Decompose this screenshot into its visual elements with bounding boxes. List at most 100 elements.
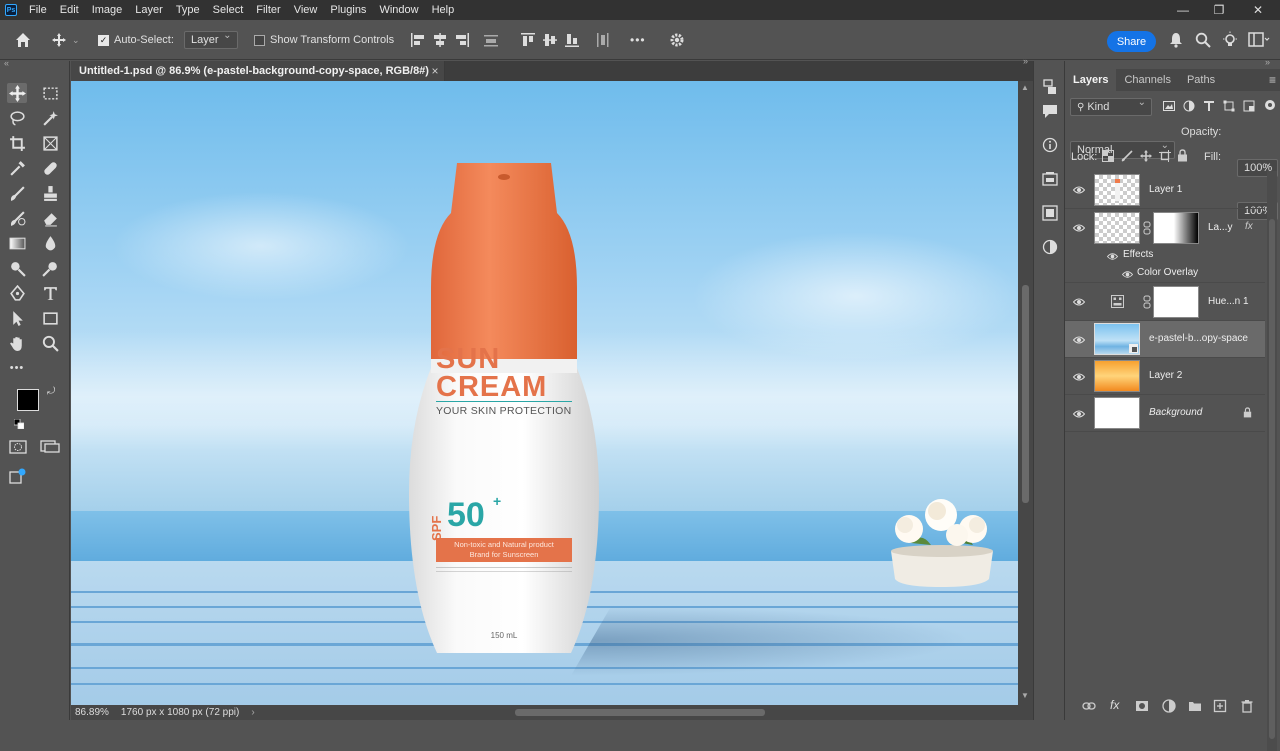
swap-colors-icon[interactable]: ⤾: [47, 386, 55, 397]
lock-transparency-icon[interactable]: [1102, 150, 1114, 162]
eye-icon[interactable]: [1122, 269, 1133, 280]
move-tool[interactable]: [7, 83, 27, 103]
align-vertical-center-icon[interactable]: [542, 32, 558, 48]
comments-panel-icon[interactable]: [1042, 103, 1058, 119]
document-info[interactable]: 1760 px x 1080 px (72 ppi): [121, 707, 239, 718]
menu-help[interactable]: Help: [432, 4, 455, 16]
close-document-button[interactable]: ×: [427, 61, 443, 81]
checkbox-unchecked-icon[interactable]: [254, 34, 265, 46]
layer-row[interactable]: Hue...n 1: [1065, 283, 1265, 321]
crop-tool[interactable]: [7, 133, 27, 153]
link-icon[interactable]: [1143, 221, 1151, 235]
menu-filter[interactable]: Filter: [256, 4, 280, 16]
lock-pixels-icon[interactable]: [1121, 150, 1133, 162]
layer-row[interactable]: La...y fx: [1065, 209, 1265, 247]
eyedropper-tool[interactable]: [7, 158, 27, 178]
layer-name[interactable]: Hue...n 1: [1208, 296, 1249, 307]
menu-type[interactable]: Type: [176, 4, 200, 16]
eye-icon[interactable]: [1073, 222, 1085, 234]
chevron-down-icon[interactable]: ⌄: [72, 35, 80, 46]
type-tool[interactable]: [40, 283, 60, 303]
filter-pixel-icon[interactable]: [1163, 100, 1175, 112]
menu-layer[interactable]: Layer: [135, 4, 163, 16]
distribute-icon[interactable]: [483, 32, 499, 48]
search-icon[interactable]: [1195, 32, 1211, 48]
gradient-tool[interactable]: [7, 233, 27, 253]
minimize-button[interactable]: —: [1165, 0, 1201, 20]
eye-icon[interactable]: [1073, 371, 1085, 383]
eye-icon[interactable]: [1073, 408, 1085, 420]
horizontal-scrollbar-thumb[interactable]: [515, 709, 765, 716]
generative-fill-icon[interactable]: [9, 467, 27, 485]
layer-name[interactable]: Layer 1: [1149, 184, 1182, 195]
layer-filter-dropdown[interactable]: ⚲ Kind: [1070, 97, 1152, 116]
share-button[interactable]: Share: [1107, 31, 1156, 52]
menu-window[interactable]: Window: [379, 4, 418, 16]
distribute-vertical-icon[interactable]: [594, 32, 610, 48]
eye-icon[interactable]: [1073, 334, 1085, 346]
quick-mask-icon[interactable]: [9, 439, 27, 455]
filter-shape-icon[interactable]: [1223, 100, 1235, 112]
magic-wand-tool[interactable]: [40, 108, 60, 128]
move-tool-preset-icon[interactable]: ⌄: [52, 20, 80, 60]
foreground-color-swatch[interactable]: [17, 389, 39, 411]
menu-image[interactable]: Image: [92, 4, 123, 16]
document-canvas[interactable]: SUN CREAM YOUR SKIN PROTECTION SPF 50 + …: [71, 81, 1018, 705]
history-brush-tool[interactable]: [7, 208, 27, 228]
new-layer-icon[interactable]: [1213, 699, 1227, 713]
effects-row[interactable]: Effects: [1065, 247, 1265, 265]
layers-scrollbar[interactable]: [1267, 171, 1277, 751]
tab-layers[interactable]: Layers: [1065, 69, 1117, 91]
eraser-tool[interactable]: [40, 208, 60, 228]
rectangle-tool[interactable]: [40, 308, 60, 328]
blur-tool[interactable]: [40, 233, 60, 253]
gear-icon[interactable]: [669, 20, 685, 60]
frame-tool[interactable]: [40, 133, 60, 153]
eye-icon[interactable]: [1073, 296, 1085, 308]
canvas-vertical-scrollbar[interactable]: ▲ ▼: [1018, 81, 1033, 705]
lock-artboard-icon[interactable]: [1159, 150, 1171, 162]
layer-lock-icon[interactable]: [1243, 407, 1252, 418]
collapse-arrows-icon[interactable]: «: [4, 58, 9, 68]
brush-tool[interactable]: [7, 183, 27, 203]
scroll-up-icon[interactable]: ▲: [1021, 83, 1029, 92]
layer-name[interactable]: Background: [1149, 407, 1202, 418]
menu-edit[interactable]: Edit: [60, 4, 79, 16]
bell-icon[interactable]: [1169, 32, 1183, 48]
eye-icon[interactable]: [1073, 184, 1085, 196]
scroll-down-icon[interactable]: ▼: [1021, 691, 1029, 700]
menu-plugins[interactable]: Plugins: [330, 4, 366, 16]
default-colors-icon[interactable]: [14, 419, 24, 429]
zoom-level[interactable]: 86.89%: [75, 707, 109, 718]
fx-badge[interactable]: fx: [1245, 221, 1253, 232]
filter-toggle-icon[interactable]: [1264, 99, 1276, 111]
menu-view[interactable]: View: [294, 4, 318, 16]
close-window-button[interactable]: ✕: [1240, 0, 1276, 20]
show-transform-controls-toggle[interactable]: Show Transform Controls: [254, 20, 394, 60]
layer-row[interactable]: Background: [1065, 395, 1265, 432]
filter-smart-object-icon[interactable]: [1243, 100, 1255, 112]
restore-button[interactable]: ❐: [1201, 0, 1237, 20]
link-icon[interactable]: [1143, 295, 1151, 309]
discover-lightbulb-icon[interactable]: [1221, 31, 1239, 49]
workspace-icon[interactable]: [1248, 32, 1270, 48]
lasso-tool[interactable]: [7, 108, 27, 128]
layer-name[interactable]: La...y: [1208, 222, 1232, 233]
auto-select-target-dropdown[interactable]: Layer: [184, 20, 238, 60]
more-options-button[interactable]: •••: [630, 20, 646, 60]
zoom-tool[interactable]: [40, 333, 60, 353]
menu-select[interactable]: Select: [213, 4, 244, 16]
auto-select-toggle[interactable]: ✓ Auto-Select:: [98, 20, 174, 60]
delete-layer-trash-icon[interactable]: [1240, 699, 1254, 713]
adjustments-panel-icon[interactable]: [1042, 239, 1058, 255]
zoom-lens-tool[interactable]: [40, 258, 60, 278]
home-icon[interactable]: [14, 20, 32, 60]
align-right-icon[interactable]: [454, 32, 470, 48]
align-left-icon[interactable]: [410, 32, 426, 48]
filter-type-icon[interactable]: [1203, 100, 1215, 112]
checkbox-checked-icon[interactable]: ✓: [98, 34, 109, 46]
layer-name[interactable]: Layer 2: [1149, 370, 1182, 381]
libraries-panel-icon[interactable]: [1042, 171, 1058, 187]
layer-name[interactable]: e-pastel-b...opy-space: [1149, 333, 1248, 344]
align-horizontal-center-icon[interactable]: [432, 32, 448, 48]
